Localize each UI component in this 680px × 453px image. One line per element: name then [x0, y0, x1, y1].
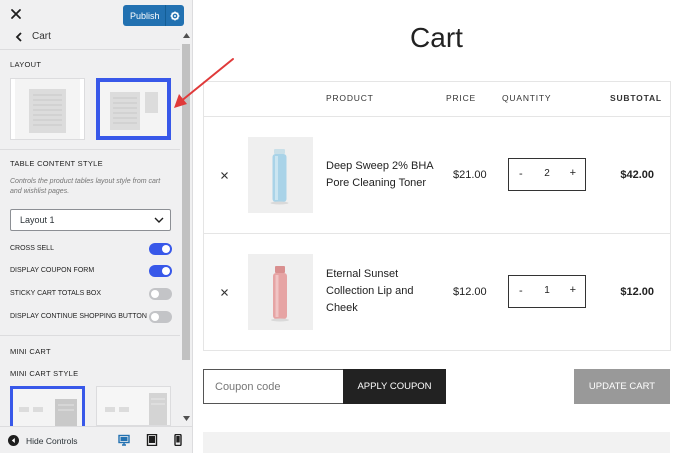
quantity-increase-button[interactable]: +: [570, 284, 576, 296]
close-icon[interactable]: [9, 7, 23, 21]
panel-section-title: Cart: [32, 31, 51, 42]
mini-cart-style-label: MINI CART STYLE: [10, 369, 79, 378]
quantity-increase-button[interactable]: +: [570, 167, 576, 179]
table-row-divider: [203, 233, 670, 234]
mini-cart-style-2-illustration: [97, 387, 170, 425]
chevron-down-icon: [154, 217, 164, 223]
publish-button-label: Publish: [130, 10, 160, 21]
panel-header: Publish: [0, 0, 192, 28]
quantity-stepper[interactable]: 1 - +: [508, 275, 586, 308]
table-content-style-description: Controls the product tables layout style…: [10, 178, 161, 195]
column-header-quantity: QUANTITY: [502, 93, 552, 103]
quantity-decrease-button[interactable]: -: [519, 168, 523, 180]
table-border-left: [203, 81, 204, 351]
back-to-parent-row[interactable]: Cart: [0, 28, 180, 48]
hide-controls-button[interactable]: Hide Controls: [26, 436, 78, 446]
divider: [0, 49, 180, 50]
table-border-top: [203, 81, 670, 82]
tablet-preview-icon[interactable]: [146, 434, 158, 446]
panel-scroll-area: Cart LAYOUT TABLE CONTENT STYLE Controls…: [0, 28, 180, 426]
table-layout-select[interactable]: Layout 1: [10, 209, 171, 231]
collapse-panel-icon[interactable]: [8, 435, 19, 446]
desktop-preview-icon[interactable]: [118, 434, 130, 446]
apply-coupon-button[interactable]: APPLY COUPON: [343, 369, 446, 404]
scroll-up-arrow-icon[interactable]: [183, 33, 190, 38]
panel-footer: Hide Controls: [0, 426, 192, 453]
quantity-stepper[interactable]: 2 - +: [508, 158, 586, 191]
coupon-form-toggle-row: DISPLAY COUPON FORM: [10, 265, 172, 277]
table-layout-select-value: Layout 1: [20, 215, 55, 225]
annotation-arrow-icon: [174, 58, 234, 108]
mini-cart-section-label: MINI CART: [10, 347, 51, 356]
divider: [0, 149, 180, 150]
layout-option-full-width[interactable]: [10, 78, 85, 140]
cross-sell-toggle[interactable]: [149, 243, 172, 255]
toggle-knob: [151, 313, 159, 321]
sticky-totals-toggle-row: STICKY CART TOTALS BOX: [10, 288, 172, 300]
product-price: $21.00: [453, 169, 487, 181]
layout-section-label: LAYOUT: [10, 60, 42, 69]
toggle-knob: [162, 245, 170, 253]
table-content-style-label: TABLE CONTENT STYLE: [10, 159, 103, 168]
divider: [0, 335, 180, 336]
scroll-down-arrow-icon[interactable]: [183, 416, 190, 421]
cart-totals-area: [203, 432, 670, 453]
product-name-link[interactable]: Deep Sweep 2% BHA Pore Cleaning Toner: [326, 158, 444, 192]
lip-cheek-bottle-image: [248, 254, 313, 330]
toggle-knob: [162, 267, 170, 275]
mini-cart-style-option-1[interactable]: [10, 386, 85, 426]
coupon-code-input[interactable]: [203, 369, 344, 404]
coupon-form-toggle[interactable]: [149, 265, 172, 277]
continue-shopping-toggle-row: DISPLAY CONTINUE SHOPPING BUTTON: [10, 311, 172, 323]
coupon-form-label: DISPLAY COUPON FORM: [10, 267, 95, 274]
mobile-preview-icon[interactable]: [172, 434, 184, 446]
continue-shopping-label: DISPLAY CONTINUE SHOPPING BUTTON: [10, 313, 147, 320]
product-subtotal: $42.00: [620, 169, 654, 181]
site-preview: Cart PRODUCT PRICE QUANTITY SUBTOTAL Dee…: [193, 0, 680, 453]
product-subtotal: $12.00: [620, 286, 654, 298]
cross-sell-label: CROSS SELL: [10, 245, 54, 252]
publish-settings-gear-icon[interactable]: [166, 5, 184, 26]
column-header-product: PRODUCT: [326, 93, 374, 103]
product-price: $12.00: [453, 286, 487, 298]
product-thumbnail[interactable]: [248, 254, 313, 330]
toner-bottle-image: [248, 137, 313, 213]
page-title: Cart: [410, 22, 463, 53]
sticky-totals-toggle[interactable]: [149, 288, 172, 300]
publish-button[interactable]: Publish: [123, 5, 184, 26]
sticky-totals-label: STICKY CART TOTALS BOX: [10, 290, 102, 297]
mini-cart-style-option-2[interactable]: [96, 386, 171, 426]
quantity-decrease-button[interactable]: -: [519, 285, 523, 297]
table-border-right: [670, 81, 671, 351]
column-header-price: PRICE: [446, 93, 476, 103]
cross-sell-toggle-row: CROSS SELL: [10, 243, 172, 255]
toggle-knob: [151, 290, 159, 298]
table-border-bottom: [203, 350, 670, 351]
table-header-divider: [203, 116, 670, 117]
product-thumbnail[interactable]: [248, 137, 313, 213]
layout-full-width-illustration: [15, 79, 80, 139]
continue-shopping-toggle[interactable]: [149, 311, 172, 323]
column-header-subtotal: SUBTOTAL: [610, 93, 662, 103]
chevron-left-icon[interactable]: [14, 31, 24, 43]
remove-item-icon[interactable]: [220, 288, 229, 297]
layout-sidebar-illustration: [100, 82, 167, 136]
product-name-link[interactable]: Eternal Sunset Collection Lip and Cheek: [326, 266, 444, 317]
mini-cart-style-1-illustration: [13, 389, 82, 426]
remove-item-icon[interactable]: [220, 171, 229, 180]
update-cart-button[interactable]: UPDATE CART: [574, 369, 670, 404]
